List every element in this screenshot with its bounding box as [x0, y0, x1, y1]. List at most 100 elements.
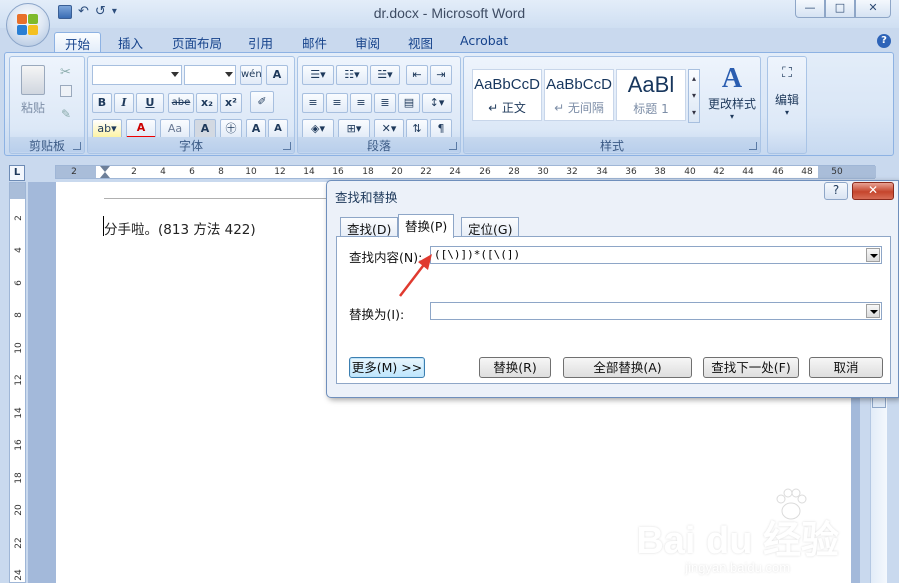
- italic-button[interactable]: I: [114, 93, 134, 113]
- phonetic-guide-icon[interactable]: wén: [240, 65, 262, 85]
- clear-formatting-icon[interactable]: ✐: [250, 91, 274, 113]
- find-what-input[interactable]: ([\)])*([\(]): [430, 246, 882, 264]
- font-launcher-icon[interactable]: [283, 142, 291, 150]
- tab-page-layout[interactable]: 页面布局: [162, 32, 232, 52]
- chinese-layout-icon[interactable]: ✕▾: [374, 119, 404, 139]
- char-border-icon[interactable]: A: [266, 65, 288, 85]
- subscript-button[interactable]: x₂: [196, 93, 218, 113]
- clipboard-launcher-icon[interactable]: [73, 142, 81, 150]
- chevron-down-icon: [171, 72, 179, 77]
- distributed-icon[interactable]: ▤: [398, 93, 420, 113]
- change-styles-button[interactable]: A 更改样式 ▾: [704, 63, 760, 135]
- replace-all-button[interactable]: 全部替换(A): [563, 357, 692, 378]
- change-case-button[interactable]: Aa: [160, 119, 190, 139]
- replace-dropdown-icon[interactable]: [866, 304, 880, 318]
- editing-button[interactable]: ⛶ 编辑 ▾: [768, 63, 806, 133]
- strikethrough-button[interactable]: abe: [168, 93, 194, 113]
- format-painter-icon[interactable]: ✎: [61, 107, 71, 121]
- styles-group-label: 样式: [464, 137, 760, 153]
- ruler-tick: 46: [772, 167, 784, 177]
- title-bar: ↶ ↺ ▾ dr.docx - Microsoft Word — □ ✕: [0, 0, 899, 28]
- vruler-tick: 6: [14, 280, 24, 286]
- vruler-tick: 22: [14, 537, 24, 549]
- line-spacing-icon[interactable]: ↕▾: [422, 93, 452, 113]
- vertical-ruler[interactable]: 2 4 6 8 10 12 14 16 18 20 22 24: [9, 182, 26, 583]
- styles-scroll[interactable]: ▴ ▾ ▾: [688, 69, 700, 123]
- dialog-title: 查找和替换: [335, 190, 398, 205]
- ribbon-tabs: 开始 插入 页面布局 引用 邮件 审阅 视图 Acrobat: [0, 28, 899, 52]
- tab-goto[interactable]: 定位(G): [461, 217, 520, 237]
- numbering-icon[interactable]: ☷▾: [336, 65, 368, 85]
- multilevel-list-icon[interactable]: ☱▾: [370, 65, 400, 85]
- dialog-close-button[interactable]: ✕: [852, 182, 894, 200]
- highlight-icon[interactable]: ab▾: [92, 119, 122, 139]
- style-no-spacing[interactable]: AaBbCcD ↵ 无间隔: [544, 69, 614, 121]
- ruler-tick: 44: [742, 167, 754, 177]
- editing-label: 编辑: [774, 93, 799, 107]
- show-marks-icon[interactable]: ¶: [430, 119, 452, 139]
- bold-button[interactable]: B: [92, 93, 112, 113]
- horizontal-ruler[interactable]: 2 2 4 6 8 10 12 14 16 18 20 22 24 26 28 …: [55, 165, 876, 179]
- ruler-tick: 48: [801, 167, 813, 177]
- ruler-tick: 32: [566, 167, 578, 177]
- help-icon[interactable]: ?: [877, 34, 891, 48]
- vruler-tick: 24: [14, 569, 24, 581]
- underline-button[interactable]: U: [136, 93, 164, 113]
- paragraph-launcher-icon[interactable]: [449, 142, 457, 150]
- font-name-combo[interactable]: [92, 65, 182, 85]
- style-normal[interactable]: AaBbCcD ↵ 正文: [472, 69, 542, 121]
- ruler-tick: 4: [160, 167, 166, 177]
- tab-find[interactable]: 查找(D): [340, 217, 399, 237]
- document-paragraph[interactable]: 分手啦。(813 方法 422): [104, 218, 256, 238]
- ruler-tick: 38: [654, 167, 666, 177]
- tab-references[interactable]: 引用: [238, 32, 283, 52]
- style-heading-1[interactable]: AaBl 标题 1: [616, 69, 686, 121]
- tab-review[interactable]: 审阅: [345, 32, 390, 52]
- borders-icon[interactable]: ⊞▾: [338, 119, 370, 139]
- align-left-icon[interactable]: ≡: [302, 93, 324, 113]
- enclose-char-icon[interactable]: ㊉: [220, 119, 242, 139]
- dialog-help-button[interactable]: ?: [824, 182, 848, 200]
- find-next-button[interactable]: 查找下一处(F): [703, 357, 799, 378]
- shrink-font-button[interactable]: A: [268, 119, 288, 139]
- justify-icon[interactable]: ≣: [374, 93, 396, 113]
- tab-mailings[interactable]: 邮件: [292, 32, 337, 52]
- decrease-indent-icon[interactable]: ⇤: [406, 65, 428, 85]
- find-what-value: ([\)])*([\(]): [434, 248, 521, 261]
- hanging-indent-icon[interactable]: [100, 172, 110, 178]
- char-shading-icon[interactable]: A: [194, 119, 216, 139]
- grow-font-button[interactable]: A: [246, 119, 266, 139]
- find-dropdown-icon[interactable]: [866, 248, 880, 262]
- more-button[interactable]: 更多(M) >>: [349, 357, 425, 378]
- tab-selector[interactable]: L: [9, 165, 25, 181]
- ruler-tick: 34: [596, 167, 608, 177]
- replace-with-input[interactable]: [430, 302, 882, 320]
- tab-replace[interactable]: 替换(P): [398, 214, 455, 238]
- cut-icon[interactable]: ✂: [60, 65, 71, 80]
- paste-button[interactable]: 粘贴: [16, 63, 50, 133]
- font-size-combo[interactable]: [184, 65, 236, 85]
- cancel-button[interactable]: 取消: [809, 357, 883, 378]
- tab-view[interactable]: 视图: [398, 32, 443, 52]
- vruler-tick: 16: [14, 439, 24, 451]
- ruler-tick: 14: [303, 167, 315, 177]
- tab-home[interactable]: 开始: [54, 32, 102, 52]
- increase-indent-icon[interactable]: ⇥: [430, 65, 452, 85]
- minimize-button[interactable]: —: [795, 0, 825, 18]
- maximize-button[interactable]: □: [825, 0, 855, 18]
- sort-icon[interactable]: ⇅: [406, 119, 428, 139]
- bullets-icon[interactable]: ☰▾: [302, 65, 334, 85]
- superscript-button[interactable]: x²: [220, 93, 242, 113]
- tab-insert[interactable]: 插入: [108, 32, 153, 52]
- close-button[interactable]: ✕: [855, 0, 891, 18]
- ruler-tick: 6: [189, 167, 195, 177]
- styles-launcher-icon[interactable]: [749, 142, 757, 150]
- tab-acrobat[interactable]: Acrobat: [450, 32, 518, 52]
- copy-icon[interactable]: [60, 85, 72, 97]
- shading-icon[interactable]: ◈▾: [302, 119, 334, 139]
- office-button[interactable]: [6, 3, 50, 47]
- align-right-icon[interactable]: ≡: [350, 93, 372, 113]
- align-center-icon[interactable]: ≡: [326, 93, 348, 113]
- replace-button[interactable]: 替换(R): [479, 357, 551, 378]
- font-color-button[interactable]: A: [126, 119, 156, 139]
